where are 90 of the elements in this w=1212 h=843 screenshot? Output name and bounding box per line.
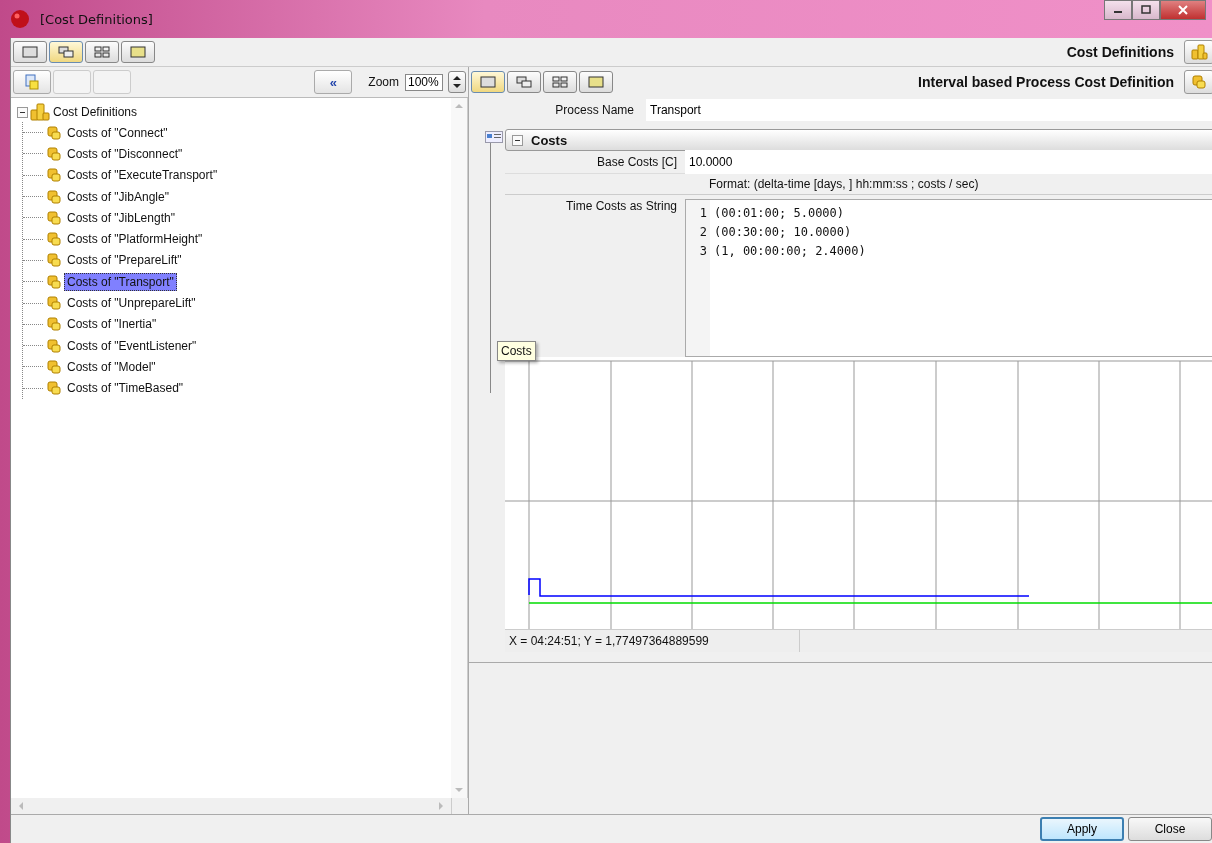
scroll-up-icon: [454, 102, 464, 110]
format-hint: Format: (delta-time [days, ] hh:mm:ss ; costs / sec): [505, 174, 1212, 195]
code-line: (1, 00:00:00; 2.4000): [714, 243, 866, 260]
field-label: Base Costs [C]: [595, 155, 678, 169]
view-button[interactable]: [507, 71, 541, 93]
group-title: Costs: [531, 132, 568, 148]
coin-stack-icon: [47, 125, 61, 140]
tile-icon: [552, 76, 568, 88]
time-costs-field[interactable]: 1 2 3 (00:01:00; 5.0000) (00:30:00; 10.0000) (1, 00:00:00; 2.4000): [685, 199, 1212, 357]
coin-stack-icon: [47, 317, 61, 332]
vertical-scrollbar[interactable]: [451, 98, 467, 798]
coin-stack-button[interactable]: [1184, 70, 1212, 94]
app-icon: [10, 9, 30, 29]
coin-stack-icon: [47, 296, 61, 310]
maximize-icon: [1140, 5, 1152, 15]
cascade-icon: [516, 76, 532, 88]
tooltip: Costs: [497, 341, 536, 361]
window-icon: [22, 46, 38, 58]
view-button[interactable]: [49, 41, 83, 63]
expander-icon[interactable]: [17, 106, 28, 118]
line-number: 3: [699, 243, 707, 260]
coin-stack-icon: [47, 189, 61, 204]
coin-stack-icon: [1190, 44, 1208, 60]
coin-stack-icon: [1192, 75, 1206, 89]
tree-item[interactable]: Costs of "Disconnect": [64, 144, 186, 163]
base-costs-field[interactable]: 10.0000: [685, 150, 1212, 174]
group-header[interactable]: Costs: [505, 129, 1212, 151]
scroll-down-icon: [454, 786, 464, 794]
coin-stack-icon: [47, 253, 61, 268]
form-icon: [485, 131, 503, 143]
expander-icon[interactable]: [512, 134, 523, 146]
tree-item[interactable]: Costs of "PrepareLift": [64, 251, 185, 270]
zoom-field[interactable]: 100%: [405, 73, 443, 91]
document-icon: [25, 74, 39, 90]
spinner-arrows-icon: [451, 73, 463, 91]
tree-item[interactable]: Costs of "JibAngle": [64, 187, 172, 206]
view-button[interactable]: [579, 71, 613, 93]
coin-stack-icon: [47, 359, 61, 374]
cursor-readout: X = 04:24:51; Y = 1,77497364889599: [505, 630, 800, 652]
coin-stack-icon: [47, 210, 61, 225]
code-line: (00:01:00; 5.0000): [714, 205, 846, 222]
tree-item[interactable]: Cost Definitions: [50, 103, 141, 121]
zoom-label: Zoom: [368, 75, 399, 89]
coin-stack-button[interactable]: [1184, 40, 1212, 64]
scroll-right-icon: [437, 801, 445, 811]
new-document-button[interactable]: [13, 70, 51, 94]
tree-item[interactable]: Costs of "Transport": [64, 272, 177, 291]
coin-stack-icon: [47, 274, 61, 289]
line-number: 1: [699, 205, 707, 222]
tree-item[interactable]: Costs of "ExecuteTransport": [64, 166, 221, 185]
window-icon: [480, 76, 496, 88]
tree-item[interactable]: Costs of "JibLength": [64, 208, 178, 227]
collapse-button[interactable]: «: [314, 70, 353, 94]
coin-stack-icon: [30, 103, 50, 121]
window-title: [Cost Definitions]: [40, 11, 153, 27]
view-button[interactable]: [121, 41, 155, 63]
tree-item[interactable]: Costs of "Connect": [64, 123, 171, 142]
line-number: 2: [699, 224, 707, 241]
close-icon: [1177, 5, 1189, 15]
dialog-button[interactable]: Apply: [1040, 817, 1124, 841]
tree-item[interactable]: Costs of "TimeBased": [64, 379, 187, 398]
process-name-field[interactable]: Transport: [646, 99, 1212, 121]
cascade-icon: [58, 46, 74, 58]
coin-stack-icon: [47, 146, 61, 161]
minimize-button[interactable]: [1104, 0, 1132, 20]
coin-stack-icon: [47, 338, 61, 353]
scroll-left-icon: [17, 801, 25, 811]
tree-item[interactable]: Costs of "EventListener": [64, 336, 200, 355]
code-line: (00:30:00; 10.0000): [714, 224, 853, 241]
dialog-button[interactable]: Close: [1128, 817, 1212, 841]
tree-item[interactable]: Costs of "PlatformHeight": [64, 230, 206, 249]
field-label: Time Costs as String: [565, 198, 678, 213]
maximize-button[interactable]: [1132, 0, 1160, 20]
tree-item[interactable]: Costs of "UnprepareLift": [64, 294, 199, 312]
coin-stack-icon: [47, 232, 61, 247]
header-title: Cost Definitions: [1066, 44, 1174, 60]
view-button[interactable]: [471, 71, 505, 93]
window-icon: [130, 46, 146, 58]
zoom-spinner[interactable]: [448, 71, 466, 93]
view-button[interactable]: [85, 41, 119, 63]
view-button[interactable]: [543, 71, 577, 93]
tree-item[interactable]: Costs of "Model": [64, 357, 159, 376]
tile-icon: [94, 46, 110, 58]
editor-title: Interval based Process Cost Definition: [918, 74, 1174, 90]
view-button[interactable]: [13, 41, 47, 63]
coin-stack-icon: [47, 168, 61, 183]
tree-item[interactable]: Costs of "Inertia": [64, 315, 160, 334]
coin-stack-icon: [47, 381, 61, 396]
window-icon: [588, 76, 604, 88]
close-button[interactable]: [1160, 0, 1206, 20]
